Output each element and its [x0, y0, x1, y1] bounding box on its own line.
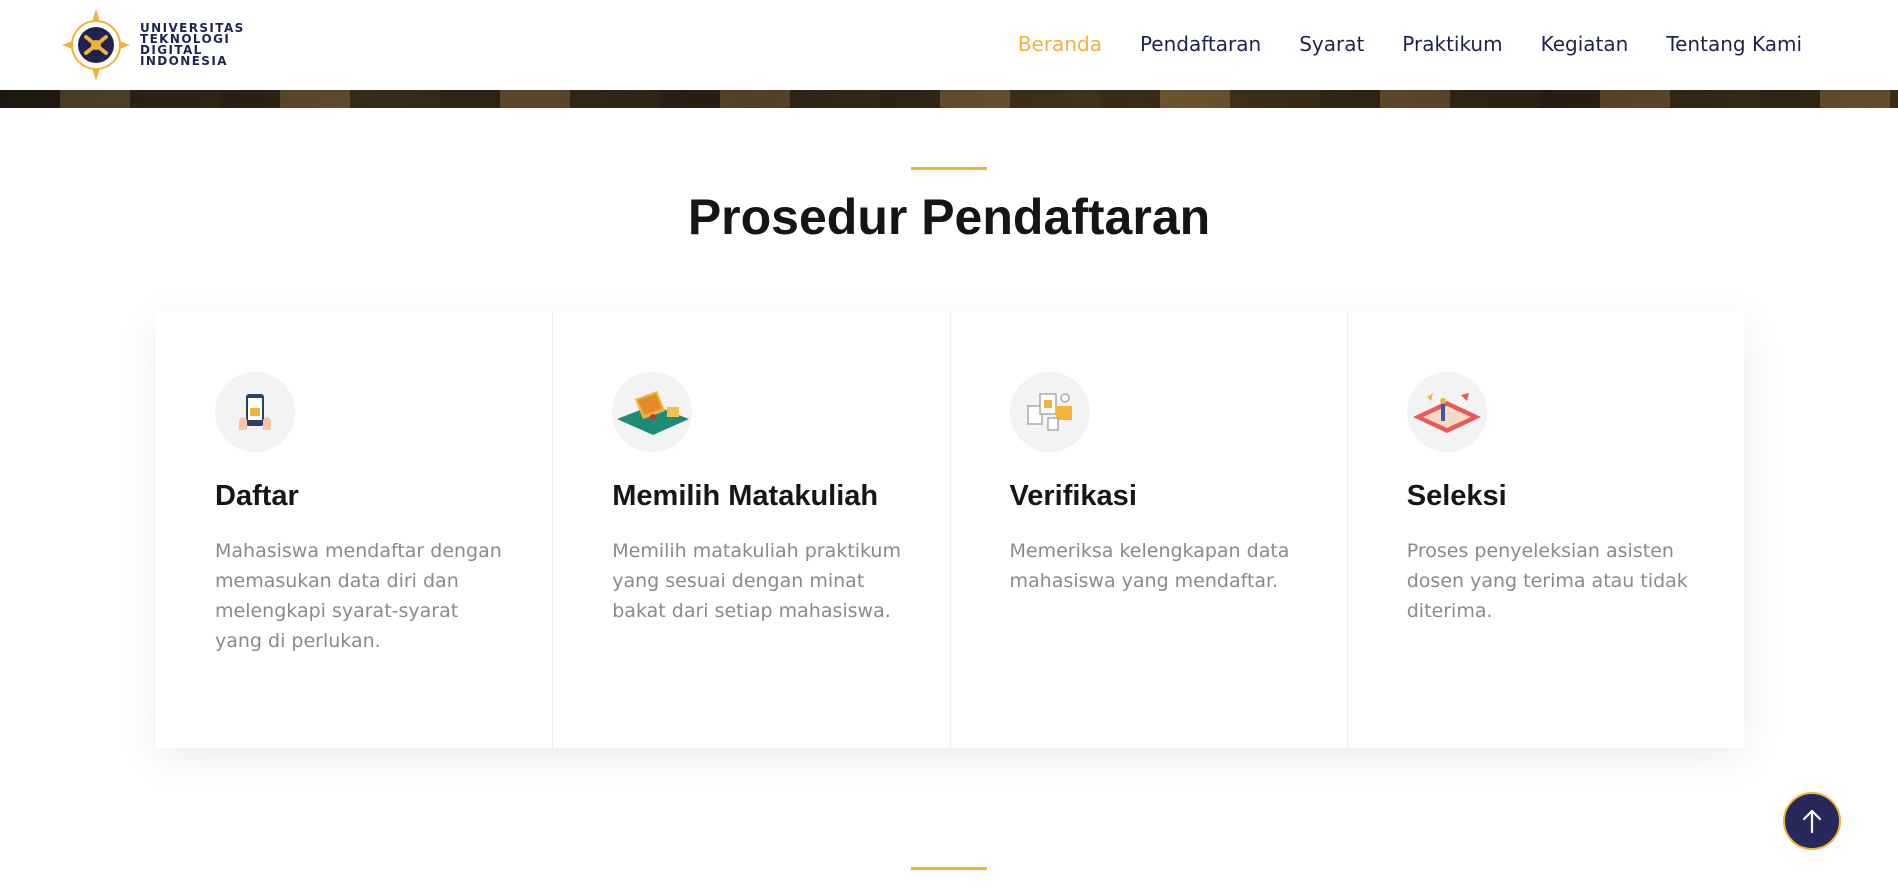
- nav-link-beranda[interactable]: Beranda: [1018, 26, 1102, 62]
- card-description: Mahasiswa mendaftar dengan memasukan dat…: [215, 540, 502, 652]
- brand-line: INDONESIA: [140, 54, 228, 68]
- nav-link-kegiatan[interactable]: Kegiatan: [1541, 26, 1629, 62]
- university-logo[interactable]: UNIVERSITAS TEKNOLOGI DIGITAL INDONESIA: [60, 6, 260, 84]
- procedure-card-memilih-matakuliah: Memilih Matakuliah Memilih matakuliah pr…: [553, 312, 951, 748]
- phone-register-icon: [215, 372, 295, 452]
- card-title: Verifikasi: [1009, 480, 1137, 512]
- document-verify-icon: [1009, 372, 1090, 452]
- university-name: UNIVERSITAS TEKNOLOGI DIGITAL INDONESIA: [140, 22, 245, 68]
- nav-link-praktikum[interactable]: Praktikum: [1402, 26, 1502, 62]
- top-navbar: UNIVERSITAS TEKNOLOGI DIGITAL INDONESIA …: [0, 0, 1898, 90]
- card-description: Memeriksa kelengkapan data mahasiswa yan…: [1009, 540, 1290, 592]
- nav-link-tentang-kami[interactable]: Tentang Kami: [1666, 26, 1802, 62]
- section-accent-line: [911, 167, 987, 170]
- nav-link-pendaftaran[interactable]: Pendaftaran: [1140, 26, 1261, 62]
- laptop-select-icon: [612, 372, 693, 452]
- card-description: Memilih matakuliah praktikum yang sesuai…: [612, 540, 901, 622]
- section-title: Prosedur Pendaftaran: [687, 189, 1211, 245]
- main-navigation: Beranda Pendaftaran Syarat Praktikum Keg…: [1018, 26, 1802, 62]
- card-title: Seleksi: [1406, 480, 1507, 512]
- next-section-accent-line: [911, 867, 987, 870]
- card-title: Memilih Matakuliah: [612, 480, 879, 512]
- procedure-card-verifikasi: Verifikasi Memeriksa kelengkapan data ma…: [951, 312, 1348, 748]
- procedure-card-daftar: Daftar Mahasiswa mendaftar dengan memasu…: [156, 312, 554, 748]
- procedure-cards: Daftar Mahasiswa mendaftar dengan memasu…: [156, 312, 1744, 748]
- scroll-to-top-button[interactable]: [1783, 792, 1841, 850]
- university-emblem-icon: [62, 9, 130, 81]
- arrow-up-icon: [1802, 809, 1822, 834]
- selection-board-icon: [1406, 372, 1487, 452]
- nav-link-syarat[interactable]: Syarat: [1299, 26, 1364, 62]
- card-title: Daftar: [215, 480, 299, 512]
- card-description: Proses penyeleksian asisten dosen yang t…: [1406, 540, 1688, 622]
- procedure-card-seleksi: Seleksi Proses penyeleksian asisten dose…: [1348, 312, 1744, 748]
